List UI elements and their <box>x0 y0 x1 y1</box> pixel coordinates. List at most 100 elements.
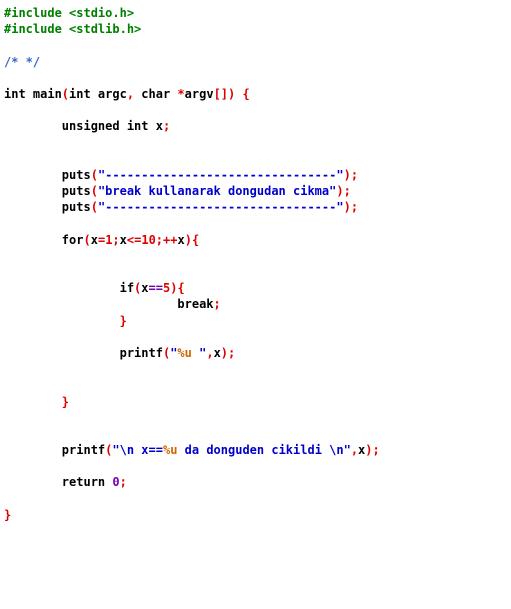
code-token-punct: ; <box>350 167 359 182</box>
code-token-plain: argv <box>184 86 214 101</box>
code-token-punct: ) <box>343 167 351 182</box>
code-token-punct: <= <box>126 232 142 247</box>
code-line: return 0; <box>0 474 511 490</box>
code-token-punct: [] <box>213 86 229 101</box>
code-token-pre: #include <stdio.h> <box>4 6 135 20</box>
code-token-punct: ++ <box>163 232 178 247</box>
code-token-punct: { <box>177 281 185 296</box>
code-token-punct: ; <box>350 200 359 215</box>
code-token-plain: unsigned int x <box>4 119 163 134</box>
code-token-punct: ; <box>228 345 236 360</box>
code-line: unsigned int x; <box>0 118 511 134</box>
code-token-plain: int main <box>4 86 62 101</box>
code-token-punct: } <box>4 507 12 522</box>
code-token-plain: printf <box>4 345 163 360</box>
code-line: puts("break kullanarak dongudan cikma"); <box>0 183 511 199</box>
code-token-string: da donguden cikildi \n" <box>177 443 351 458</box>
code-line: puts("--------------------------------")… <box>0 167 511 183</box>
code-token-punct: ; <box>155 232 164 247</box>
code-token-punct: , <box>350 443 359 458</box>
code-token-plain: puts <box>4 167 91 182</box>
code-token-string: " <box>191 345 207 360</box>
code-line: #include <stdio.h> <box>0 5 511 21</box>
code-token-punct: } <box>119 313 127 328</box>
code-token-plain: x <box>119 232 127 247</box>
code-token-plain: if <box>4 281 135 296</box>
code-token-punct: * <box>177 86 185 101</box>
code-token-plain: x <box>213 345 221 360</box>
code-token-punct: ( <box>61 86 70 101</box>
code-token-plain: char <box>134 86 178 101</box>
code-line: if(x==5){ <box>0 280 511 296</box>
code-listing[interactable]: #include <stdio.h> #include <stdlib.h> /*… <box>0 0 511 609</box>
code-token-plain: return <box>4 475 113 490</box>
code-token-punct: { <box>242 86 250 101</box>
code-token-punct: ( <box>83 232 91 247</box>
code-token-fmt: %u <box>162 443 178 458</box>
code-token-comment: /* */ <box>4 54 41 69</box>
code-token-string: "\n x== <box>112 443 163 458</box>
code-token-punct: ) <box>343 200 351 215</box>
code-token-punct: ; <box>112 232 120 247</box>
code-token-punct: ) <box>184 232 192 247</box>
code-line: /* */ <box>0 54 511 70</box>
code-token-punct: { <box>191 232 200 247</box>
code-token-punct: , <box>126 86 135 101</box>
code-token-plain: puts <box>4 200 91 215</box>
code-token-punct: ; <box>343 184 351 199</box>
code-line: #include <stdlib.h> <box>0 21 511 37</box>
code-token-punct: ; <box>213 297 221 312</box>
code-line: printf("%u ",x); <box>0 345 511 361</box>
code-token-number: 10 <box>141 232 156 247</box>
code-line: } <box>0 507 511 523</box>
code-token-plain: puts <box>4 184 91 199</box>
code-token-plain: printf <box>4 443 106 458</box>
code-token-punct: , <box>206 345 214 360</box>
code-token-punct: ; <box>162 119 171 134</box>
code-token-plain: int argc <box>69 86 127 101</box>
code-line: printf("\n x==%u da donguden cikildi \n"… <box>0 442 511 458</box>
code-token-fmt: %u <box>177 345 192 360</box>
code-token-string: "break kullanarak dongudan cikma" <box>97 184 337 199</box>
code-token-punct: ; <box>372 443 380 458</box>
code-token-punct: ( <box>90 167 98 182</box>
code-token-punct: ) <box>365 443 373 458</box>
code-token-string: "--------------------------------" <box>97 200 344 215</box>
code-token-plain: x <box>90 232 98 247</box>
code-token-plain: x <box>177 232 185 247</box>
code-token-plain: for <box>4 232 84 247</box>
code-token-punct: ; <box>119 475 127 490</box>
code-token-punct: ( <box>90 200 98 215</box>
code-token-plain: break <box>4 297 214 312</box>
code-token-punct: } <box>61 394 70 409</box>
code-line: for(x=1;x<=10;++x){ <box>0 232 511 248</box>
code-token-pre: #include <stdlib.h> <box>4 22 142 37</box>
code-line: puts("--------------------------------")… <box>0 199 511 215</box>
code-line: } <box>0 394 511 410</box>
code-token-punct: ( <box>90 184 98 199</box>
code-token-const: 0 <box>112 475 120 490</box>
code-token-punct: ) <box>220 345 229 360</box>
code-token-op: == <box>148 281 163 296</box>
code-line: int main(int argc, char *argv[]) { <box>0 86 511 102</box>
code-token-plain: x <box>141 281 149 296</box>
code-token-punct: ) <box>336 184 344 199</box>
code-line: break; <box>0 296 511 312</box>
